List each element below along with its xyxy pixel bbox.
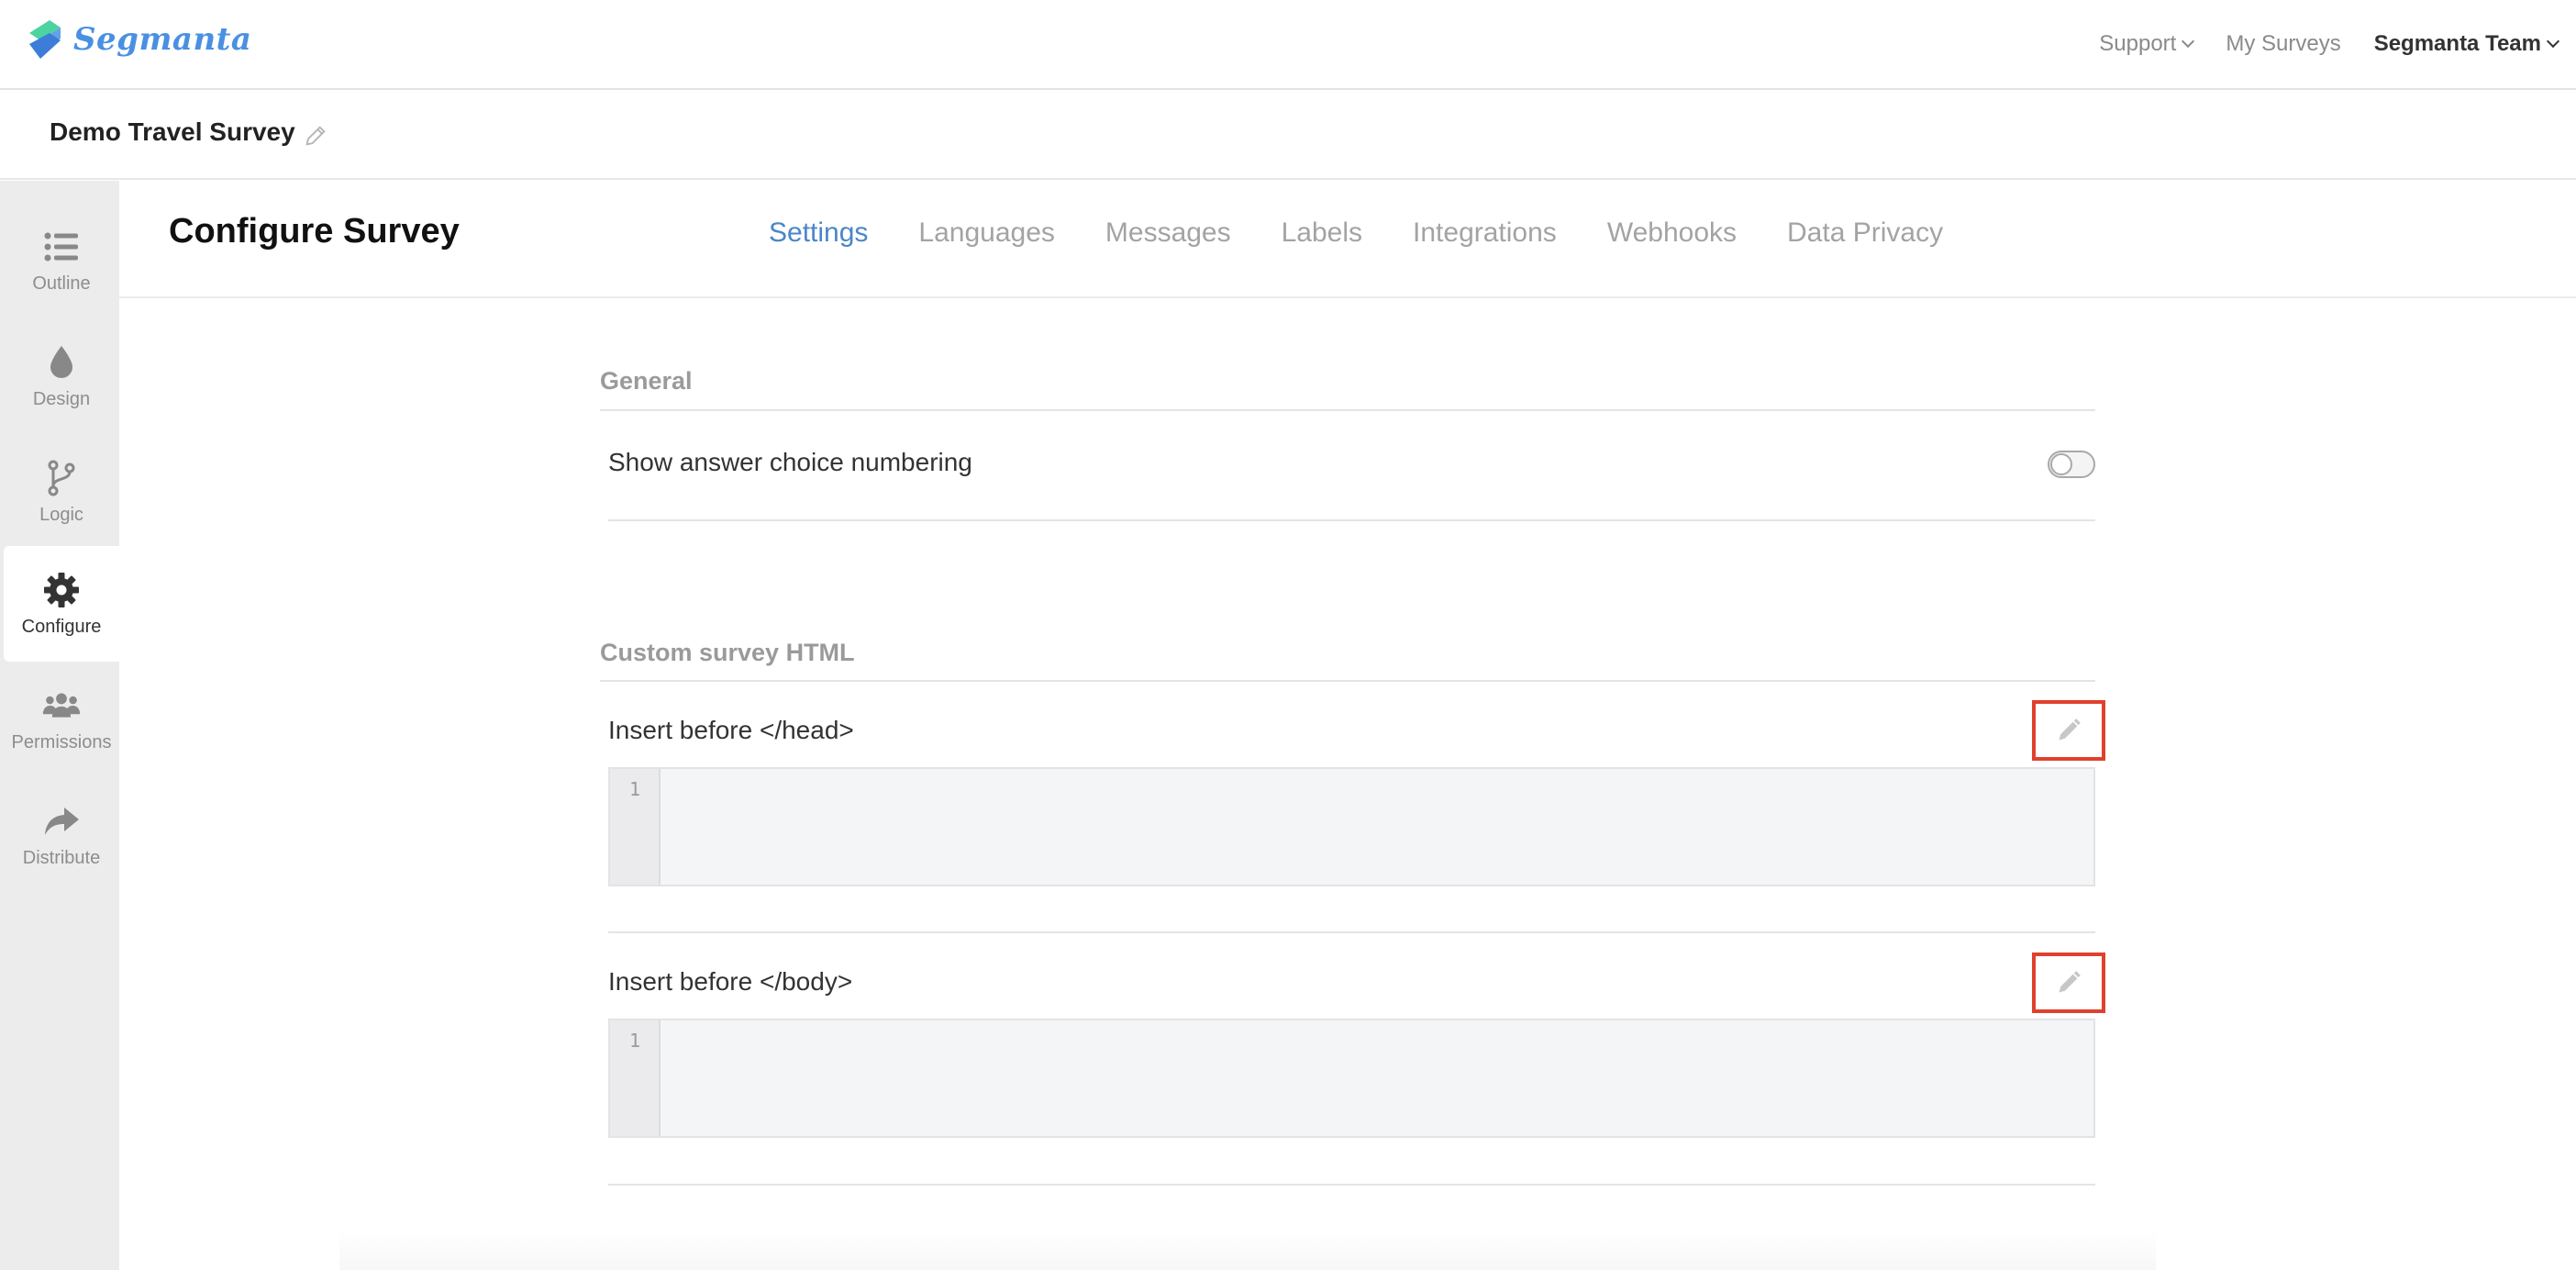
footer-shadow: [339, 1230, 2156, 1270]
gear-icon: [44, 572, 79, 607]
edit-title-icon[interactable]: [303, 123, 328, 149]
divider: [608, 931, 2095, 933]
droplet-icon: [50, 345, 72, 378]
sidebar-item-label: Design: [32, 388, 91, 409]
toggle-knob: [2050, 453, 2072, 475]
answer-numbering-label: Show answer choice numbering: [608, 448, 972, 476]
top-bar: Segmanta Support My Surveys Segmanta Tea…: [0, 0, 2576, 90]
sidebar: Outline Design Logic Configure Permissio…: [0, 181, 119, 1270]
page-title: Configure Survey: [169, 212, 460, 251]
list-icon: [44, 232, 78, 261]
chevron-down-icon: [2182, 34, 2195, 49]
branch-icon: [48, 460, 75, 496]
logo[interactable]: Segmanta: [24, 17, 251, 62]
line-number: 1: [628, 1030, 640, 1052]
team-label: Segmanta Team: [2373, 31, 2541, 56]
custom-html-heading: Custom survey HTML: [600, 639, 855, 666]
segmanta-logo-icon: [29, 20, 61, 59]
survey-title: Demo Travel Survey: [50, 117, 295, 146]
chevron-down-icon: [2546, 34, 2560, 49]
general-heading: General: [600, 367, 693, 395]
my-surveys-label: My Surveys: [2226, 31, 2341, 56]
line-gutter: 1: [610, 1020, 661, 1136]
sidebar-item-label: Distribute: [22, 847, 101, 868]
line-number: 1: [628, 778, 640, 800]
answer-numbering-toggle[interactable]: [2048, 451, 2095, 478]
pencil-icon: [2059, 971, 2081, 993]
team-menu[interactable]: Segmanta Team: [2373, 31, 2560, 57]
page-header: Configure Survey Settings Languages Mess…: [119, 181, 2576, 298]
tab-languages[interactable]: Languages: [918, 217, 1054, 249]
tab-data-privacy[interactable]: Data Privacy: [1787, 217, 1943, 249]
line-gutter: 1: [610, 769, 661, 885]
tab-messages[interactable]: Messages: [1105, 217, 1231, 249]
tab-bar: Settings Languages Messages Labels Integ…: [769, 217, 1943, 249]
sidebar-item-logic[interactable]: Logic: [4, 434, 119, 550]
sidebar-item-label: Configure: [21, 616, 102, 637]
divider: [600, 680, 2095, 682]
sidebar-item-label: Permissions: [11, 731, 112, 752]
body-code-editor[interactable]: 1: [608, 1019, 2095, 1138]
sidebar-item-distribute[interactable]: Distribute: [4, 777, 119, 893]
head-code-editor[interactable]: 1: [608, 767, 2095, 886]
insert-body-label: Insert before </body>: [608, 967, 853, 996]
divider: [608, 519, 2095, 521]
edit-head-button[interactable]: [2032, 700, 2105, 761]
tab-settings[interactable]: Settings: [769, 217, 868, 249]
brand-name: Segmanta: [73, 21, 252, 58]
sidebar-item-design[interactable]: Design: [4, 318, 119, 434]
support-menu[interactable]: Support: [2099, 31, 2195, 57]
top-nav: Support My Surveys Segmanta Team: [2099, 0, 2560, 88]
sidebar-item-outline[interactable]: Outline: [4, 203, 119, 318]
divider: [600, 409, 2095, 411]
sidebar-item-configure[interactable]: Configure: [4, 546, 119, 662]
users-icon: [42, 693, 81, 718]
insert-head-label: Insert before </head>: [608, 716, 854, 744]
pencil-icon: [2059, 719, 2081, 741]
sidebar-item-permissions[interactable]: Permissions: [4, 662, 119, 777]
tab-labels[interactable]: Labels: [1282, 217, 1362, 249]
sidebar-item-label: Logic: [39, 504, 83, 525]
support-label: Support: [2099, 31, 2177, 56]
divider: [608, 1184, 2095, 1186]
share-arrow-icon: [45, 807, 79, 835]
tab-integrations[interactable]: Integrations: [1413, 217, 1557, 249]
tab-webhooks[interactable]: Webhooks: [1607, 217, 1737, 249]
edit-body-button[interactable]: [2032, 952, 2105, 1013]
sidebar-item-label: Outline: [32, 273, 91, 294]
my-surveys-link[interactable]: My Surveys: [2226, 31, 2340, 57]
survey-title-bar: Demo Travel Survey: [0, 90, 2576, 180]
